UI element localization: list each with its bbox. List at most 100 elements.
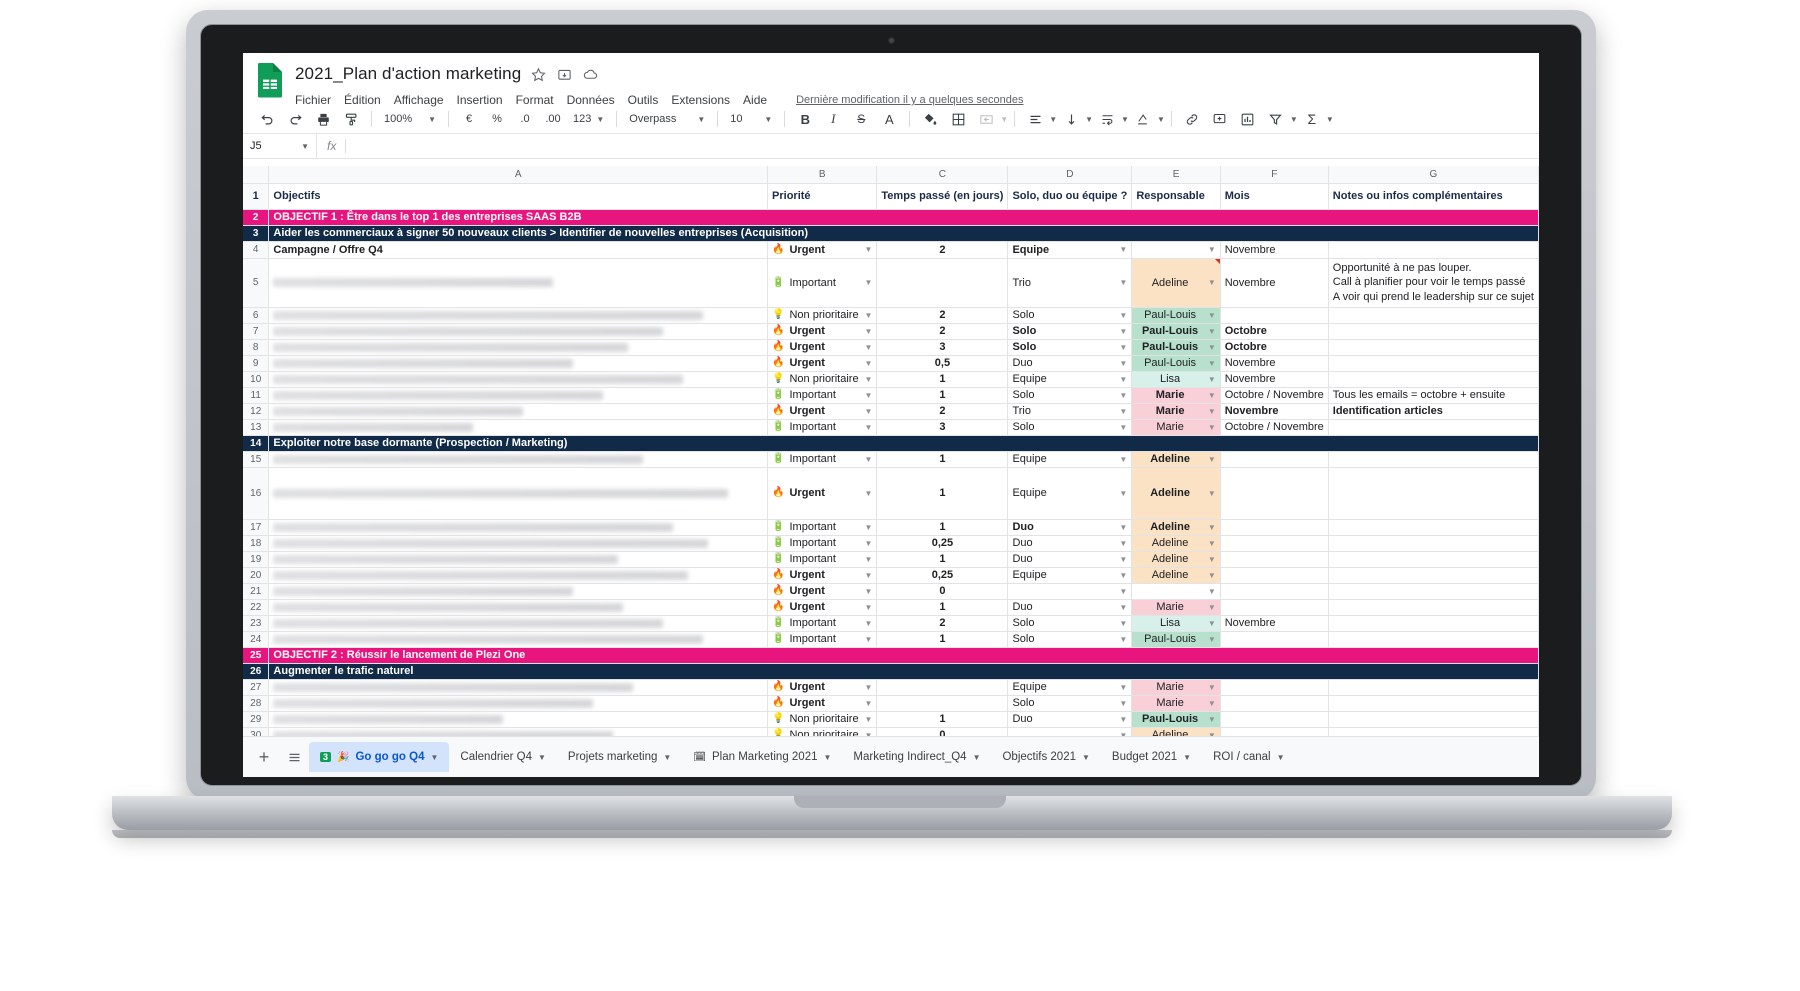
cell-G5[interactable]: Opportunité à ne pas louper. Call à plani… [1328, 258, 1539, 308]
cell-G4[interactable] [1328, 241, 1539, 259]
cell-F27[interactable] [1220, 679, 1329, 696]
chevron-down-icon[interactable]: ▼ [1208, 619, 1216, 628]
cell-C5[interactable] [876, 258, 1009, 308]
sheet-tab-4[interactable]: Marketing Indirect_Q4 ▼ [842, 742, 991, 772]
row-number-23[interactable]: 23 [243, 615, 270, 632]
cell-C27[interactable] [876, 679, 1009, 696]
chevron-down-icon[interactable]: ▼ [1119, 489, 1127, 498]
row-number-3[interactable]: 3 [243, 225, 270, 242]
cell-B19[interactable]: 🔋 Important ▼ [767, 551, 878, 568]
row-number-15[interactable]: 15 [243, 451, 270, 468]
sheet-tab-1[interactable]: Calendrier Q4 ▼ [449, 742, 557, 772]
italic-button[interactable]: I [819, 108, 847, 130]
chevron-down-icon[interactable]: ▼ [1208, 571, 1216, 580]
chevron-down-icon[interactable]: ▼ [1121, 115, 1129, 124]
horizontal-align-icon[interactable] [1021, 108, 1049, 130]
cell-E6[interactable]: Paul-Louis ▼ [1131, 307, 1221, 324]
cell-D11[interactable]: Solo ▼ [1007, 387, 1133, 404]
header-cell-E1[interactable]: Responsable [1131, 183, 1221, 210]
cell-E27[interactable]: Marie ▼ [1131, 679, 1221, 696]
column-header-f[interactable]: F [1220, 166, 1329, 184]
chevron-down-icon[interactable]: ▼ [1119, 375, 1127, 384]
cell-F29[interactable] [1220, 711, 1329, 728]
chevron-down-icon[interactable]: ▼ [1119, 603, 1127, 612]
cell-D4[interactable]: Equipe ▼ [1007, 241, 1133, 259]
chevron-down-icon[interactable]: ▼ [1119, 359, 1127, 368]
cell-G17[interactable] [1328, 519, 1539, 536]
chevron-down-icon[interactable]: ▼ [1208, 699, 1216, 708]
cell-G28[interactable] [1328, 695, 1539, 712]
cell-E9[interactable]: Paul-Louis ▼ [1131, 355, 1221, 372]
cell-C4[interactable]: 2 [876, 241, 1009, 259]
cell-G24[interactable] [1328, 631, 1539, 648]
cell-D19[interactable]: Duo ▼ [1007, 551, 1133, 568]
cell-B7[interactable]: 🔥 Urgent ▼ [767, 323, 878, 340]
cell-B17[interactable]: 🔋 Important ▼ [767, 519, 878, 536]
chevron-down-icon[interactable]: ▼ [1119, 311, 1127, 320]
header-cell-B1[interactable]: Priorité [767, 183, 878, 210]
cell-A6[interactable] [268, 307, 769, 324]
cell-D7[interactable]: Solo ▼ [1007, 323, 1133, 340]
cell-F9[interactable]: Novembre [1220, 355, 1329, 372]
chevron-down-icon[interactable]: ▼ [1119, 619, 1127, 628]
sheet-tab-7[interactable]: ROI / canal ▼ [1202, 742, 1295, 772]
print-icon[interactable] [309, 108, 337, 130]
cell-G11[interactable]: Tous les emails = octobre + ensuite [1328, 387, 1539, 404]
insert-link-icon[interactable] [1178, 108, 1206, 130]
cell-A28[interactable] [268, 695, 769, 712]
cell-B4[interactable]: 🔥 Urgent ▼ [767, 241, 878, 259]
chevron-down-icon[interactable]: ▼ [1119, 699, 1127, 708]
column-header-a[interactable]: A [268, 166, 769, 184]
chevron-down-icon[interactable]: ▼ [1208, 455, 1216, 464]
name-box[interactable]: J5 ▼ [243, 134, 317, 158]
cell-F8[interactable]: Octobre [1220, 339, 1329, 356]
chevron-down-icon[interactable]: ▼ [1277, 753, 1285, 762]
cell-A13[interactable] [268, 419, 769, 436]
cell-A18[interactable] [268, 535, 769, 552]
chevron-down-icon[interactable]: ▼ [1208, 391, 1216, 400]
cell-B20[interactable]: 🔥 Urgent ▼ [767, 567, 878, 584]
cell-C15[interactable]: 1 [876, 451, 1009, 468]
objective-banner-2[interactable]: OBJECTIF 1 : Être dans le top 1 des entr… [268, 209, 1539, 226]
cell-A16[interactable] [268, 467, 769, 520]
cell-B8[interactable]: 🔥 Urgent ▼ [767, 339, 878, 356]
cell-G22[interactable] [1328, 599, 1539, 616]
number-format-selector[interactable]: 123 ▼ [567, 108, 610, 130]
section-banner-26[interactable]: Augmenter le trafic naturel [268, 663, 1539, 680]
chevron-down-icon[interactable]: ▼ [538, 753, 546, 762]
percent-button[interactable]: % [483, 108, 511, 130]
chevron-down-icon[interactable]: ▼ [864, 715, 872, 724]
cell-B21[interactable]: 🔥 Urgent ▼ [767, 583, 878, 600]
column-header-b[interactable]: B [767, 166, 878, 184]
bold-button[interactable]: B [791, 108, 819, 130]
formula-input-area[interactable]: fx [317, 139, 355, 153]
chevron-down-icon[interactable]: ▼ [1208, 375, 1216, 384]
menu-item-affichage[interactable]: Affichage [394, 93, 444, 107]
chevron-down-icon[interactable]: ▼ [864, 587, 872, 596]
insert-chart-icon[interactable] [1234, 108, 1262, 130]
cell-F10[interactable]: Novembre [1220, 371, 1329, 388]
chevron-down-icon[interactable]: ▼ [1119, 343, 1127, 352]
row-number-17[interactable]: 17 [243, 519, 270, 536]
row-number-19[interactable]: 19 [243, 551, 270, 568]
chevron-down-icon[interactable]: ▼ [1119, 587, 1127, 596]
chevron-down-icon[interactable]: ▼ [430, 753, 438, 762]
cell-B29[interactable]: 💡 Non prioritaire ▼ [767, 711, 878, 728]
chevron-down-icon[interactable]: ▼ [864, 539, 872, 548]
all-sheets-icon[interactable] [279, 742, 309, 772]
chevron-down-icon[interactable]: ▼ [1208, 539, 1216, 548]
cell-G27[interactable] [1328, 679, 1539, 696]
cell-D20[interactable]: Equipe ▼ [1007, 567, 1133, 584]
cell-C28[interactable] [876, 695, 1009, 712]
font-size-selector[interactable]: 10 ▼ [724, 108, 778, 130]
row-number-22[interactable]: 22 [243, 599, 270, 616]
cell-C23[interactable]: 2 [876, 615, 1009, 632]
cell-A12[interactable] [268, 403, 769, 420]
cell-F23[interactable]: Novembre [1220, 615, 1329, 632]
header-cell-A1[interactable]: Objectifs [268, 183, 769, 210]
cell-C9[interactable]: 0,5 [876, 355, 1009, 372]
row-number-5[interactable]: 5 [243, 258, 270, 308]
row-number-14[interactable]: 14 [243, 435, 270, 452]
cell-C17[interactable]: 1 [876, 519, 1009, 536]
cell-F18[interactable] [1220, 535, 1329, 552]
